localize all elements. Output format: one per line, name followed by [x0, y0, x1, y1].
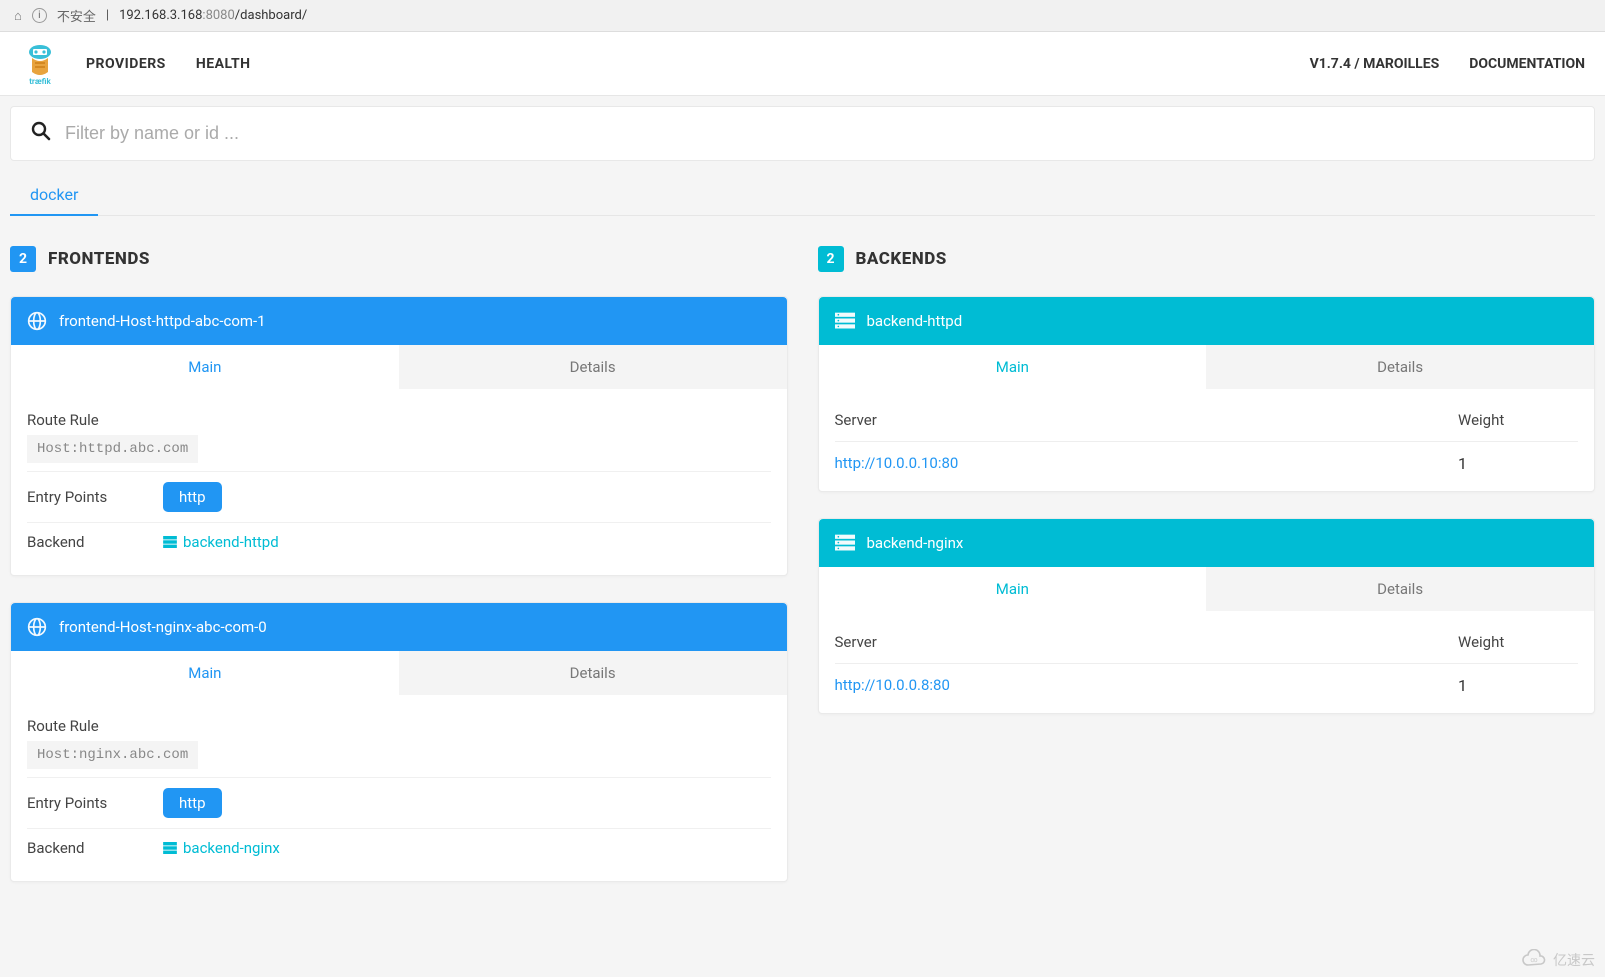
- frontend-card: frontend-Host-nginx-abc-com-0 Main Detai…: [10, 602, 788, 882]
- entry-points-label: Entry Points: [27, 488, 123, 506]
- route-rule-value: Host:httpd.abc.com: [27, 435, 198, 463]
- weight-value: 1: [1458, 454, 1578, 473]
- tab-main[interactable]: Main: [11, 651, 399, 695]
- weight-value: 1: [1458, 676, 1578, 695]
- server-header: Server: [835, 633, 877, 651]
- filter-input[interactable]: [65, 123, 1574, 144]
- tab-details[interactable]: Details: [1206, 345, 1594, 389]
- provider-tabs: docker: [10, 175, 1595, 216]
- tab-details[interactable]: Details: [399, 651, 787, 695]
- backend-card: backend-nginx Main Details Server Weight…: [818, 518, 1596, 714]
- server-header: Server: [835, 411, 877, 429]
- tab-main[interactable]: Main: [11, 345, 399, 389]
- tab-details[interactable]: Details: [399, 345, 787, 389]
- svg-text:træfik: træfik: [29, 77, 51, 86]
- entry-point-pill: http: [163, 482, 222, 512]
- backend-label: Backend: [27, 839, 123, 857]
- table-row: http://10.0.0.8:80 1: [835, 664, 1579, 699]
- nav-version[interactable]: V1.7.4 / MAROILLES: [1310, 56, 1440, 72]
- globe-icon: [27, 617, 47, 637]
- frontend-card: frontend-Host-httpd-abc-com-1 Main Detai…: [10, 296, 788, 576]
- backend-name: backend-httpd: [867, 312, 963, 330]
- nav-documentation[interactable]: DOCUMENTATION: [1469, 56, 1585, 72]
- server-icon: [163, 536, 177, 548]
- browser-address-bar: ⌂ i 不安全 | 192.168.3.168:8080/dashboard/: [0, 0, 1605, 32]
- server-icon: [163, 842, 177, 854]
- table-row: http://10.0.0.10:80 1: [835, 442, 1579, 477]
- weight-header: Weight: [1458, 633, 1578, 651]
- search-icon: [31, 121, 51, 146]
- backend-label: Backend: [27, 533, 123, 551]
- url-separator: |: [106, 8, 109, 23]
- backend-name: backend-nginx: [867, 534, 964, 552]
- tab-main[interactable]: Main: [819, 567, 1207, 611]
- tab-details[interactable]: Details: [1206, 567, 1594, 611]
- security-label: 不安全: [57, 6, 96, 25]
- frontends-title: FRONTENDS: [48, 249, 150, 269]
- route-rule-value: Host:nginx.abc.com: [27, 741, 198, 769]
- backend-link[interactable]: backend-nginx: [163, 839, 280, 857]
- nav-providers[interactable]: PROVIDERS: [86, 56, 166, 72]
- backends-title: BACKENDS: [856, 249, 947, 269]
- info-icon[interactable]: i: [32, 8, 47, 23]
- frontend-name: frontend-Host-httpd-abc-com-1: [59, 312, 266, 330]
- frontend-card-header: frontend-Host-nginx-abc-com-0: [11, 603, 787, 651]
- server-icon: [835, 533, 855, 553]
- entry-points-label: Entry Points: [27, 794, 123, 812]
- cloud-icon: ∞: [1521, 949, 1547, 971]
- url[interactable]: 192.168.3.168:8080/dashboard/: [119, 8, 307, 23]
- url-port: :8080: [202, 8, 234, 23]
- backend-link-text: backend-httpd: [183, 533, 279, 551]
- watermark-text: 亿速云: [1553, 950, 1595, 970]
- tab-main[interactable]: Main: [819, 345, 1207, 389]
- backends-count-badge: 2: [818, 246, 844, 272]
- url-host: 192.168.3.168: [119, 8, 202, 23]
- watermark: ∞ 亿速云: [1521, 949, 1595, 971]
- frontend-card-header: frontend-Host-httpd-abc-com-1: [11, 297, 787, 345]
- entry-point-pill: http: [163, 788, 222, 818]
- backend-card-header: backend-httpd: [819, 297, 1595, 345]
- tab-docker[interactable]: docker: [10, 175, 98, 216]
- weight-header: Weight: [1458, 411, 1578, 429]
- route-rule-label: Route Rule: [27, 717, 771, 735]
- frontends-count-badge: 2: [10, 246, 36, 272]
- server-icon: [835, 311, 855, 331]
- globe-icon: [27, 311, 47, 331]
- backends-column: 2 BACKENDS backend-httpd Main Details Se…: [818, 246, 1596, 908]
- svg-text:∞: ∞: [1530, 956, 1537, 964]
- frontends-column: 2 FRONTENDS frontend-Host-httpd-abc-com-…: [10, 246, 788, 908]
- url-path: /dashboard/: [235, 8, 307, 23]
- backend-link-text: backend-nginx: [183, 839, 280, 857]
- backend-card-header: backend-nginx: [819, 519, 1595, 567]
- nav-health[interactable]: HEALTH: [196, 56, 251, 72]
- top-nav: træfik PROVIDERS HEALTH V1.7.4 / MAROILL…: [0, 32, 1605, 96]
- frontend-name: frontend-Host-nginx-abc-com-0: [59, 618, 267, 636]
- home-icon[interactable]: ⌂: [14, 8, 22, 24]
- filter-box: [10, 106, 1595, 161]
- traefik-logo[interactable]: træfik: [20, 42, 60, 86]
- server-link[interactable]: http://10.0.0.10:80: [835, 454, 959, 473]
- backend-link[interactable]: backend-httpd: [163, 533, 279, 551]
- route-rule-label: Route Rule: [27, 411, 771, 429]
- server-link[interactable]: http://10.0.0.8:80: [835, 676, 950, 695]
- backend-card: backend-httpd Main Details Server Weight…: [818, 296, 1596, 492]
